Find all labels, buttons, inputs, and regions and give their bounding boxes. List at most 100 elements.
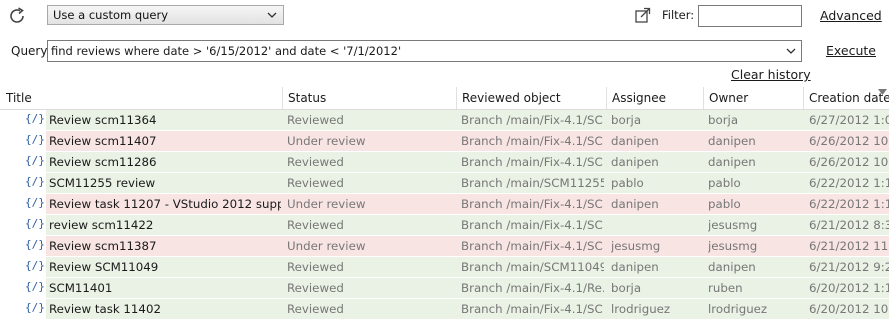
cell-creation-date: 6/21/2012 11:52 (809, 239, 889, 253)
table-row[interactable]: {/} Review scm11387 Under review Branch … (0, 236, 889, 256)
cell-creation-date: 6/22/2012 1:17:3 (809, 176, 889, 190)
cell-title: Review scm11387 (49, 239, 157, 253)
table-row[interactable]: {/} Review task 11207 - VStudio 2012 sup… (0, 194, 889, 214)
cell-reviewed-object: Branch /main/Fix-4.1/SC... (461, 113, 604, 127)
review-icon: {/} (25, 154, 45, 167)
cell-creation-date: 6/27/2012 1:08:5 (809, 113, 889, 127)
cell-title: Review scm11364 (49, 113, 157, 127)
advanced-button[interactable]: Advanced (820, 8, 882, 23)
cell-title: Review task 11207 - VStudio 2012 support (49, 197, 281, 211)
cell-creation-date: 6/26/2012 10:21 (809, 155, 889, 169)
review-icon: {/} (25, 259, 45, 272)
cell-assignee: danipen (611, 134, 659, 148)
cell-title: review scm11422 (49, 218, 154, 232)
cell-owner: pablo (708, 197, 741, 211)
column-divider[interactable] (606, 87, 607, 109)
cell-reviewed-object: Branch /main/Fix-4.1/SC... (461, 197, 604, 211)
cell-status: Reviewed (287, 302, 344, 316)
table-row[interactable]: {/} Review SCM11049 Reviewed Branch /mai… (0, 257, 889, 277)
cell-owner: pablo (708, 176, 741, 190)
refresh-icon[interactable] (6, 5, 28, 27)
table-row[interactable]: {/} SCM11255 review Reviewed Branch /mai… (0, 173, 889, 193)
cell-title: SCM11255 review (49, 176, 156, 190)
query-input[interactable]: find reviews where date > '6/15/2012' an… (47, 40, 802, 62)
cell-title: Review scm11286 (49, 155, 157, 169)
table-row[interactable]: {/} Review task 11402 Reviewed Branch /m… (0, 299, 889, 319)
table-header: Title Status Reviewed object Assignee Ow… (0, 87, 889, 110)
column-divider[interactable] (456, 87, 457, 109)
cell-creation-date: 6/20/2012 10:22 (809, 302, 889, 316)
review-icon: {/} (25, 238, 45, 251)
cell-status: Reviewed (287, 176, 344, 190)
cell-status: Reviewed (287, 155, 344, 169)
filter-label: Filter: (662, 8, 695, 22)
cell-assignee: danipen (611, 260, 659, 274)
cell-assignee: borja (611, 113, 642, 127)
review-icon: {/} (25, 112, 45, 125)
column-divider[interactable] (282, 87, 283, 109)
chevron-down-icon[interactable] (784, 44, 798, 58)
column-header-assignee[interactable]: Assignee (612, 91, 666, 105)
cell-owner: danipen (708, 134, 756, 148)
cell-assignee: danipen (611, 197, 659, 211)
cell-owner: borja (708, 113, 739, 127)
cell-owner: jesusmg (708, 239, 758, 253)
cell-reviewed-object: Branch /main/Fix-4.1/SC... (461, 155, 604, 169)
sort-descending-icon (878, 89, 887, 95)
table-row[interactable]: {/} SCM11401 Reviewed Branch /main/Fix-4… (0, 278, 889, 298)
cell-status: Reviewed (287, 281, 344, 295)
column-header-reviewed-object[interactable]: Reviewed object (462, 91, 561, 105)
review-icon: {/} (25, 280, 45, 293)
cell-assignee: danipen (611, 155, 659, 169)
cell-status: Reviewed (287, 260, 344, 274)
cell-owner: danipen (708, 260, 756, 274)
column-header-owner[interactable]: Owner (709, 91, 748, 105)
review-icon: {/} (25, 217, 45, 230)
cell-title: Review SCM11049 (49, 260, 159, 274)
cell-owner: jesusmg (708, 218, 758, 232)
review-icon: {/} (25, 133, 45, 146)
cell-creation-date: 6/20/2012 1:10:5 (809, 281, 889, 295)
cell-owner: lrodriguez (708, 302, 768, 316)
cell-reviewed-object: Branch /main/Fix-4.1/SC... (461, 302, 604, 316)
column-header-creation-date[interactable]: Creation date (809, 91, 889, 105)
export-icon[interactable] (633, 5, 653, 25)
column-header-status[interactable]: Status (288, 91, 326, 105)
table-row[interactable]: {/} Review scm11407 Under review Branch … (0, 131, 889, 151)
chevron-down-icon (267, 12, 277, 18)
cell-status: Under review (287, 134, 366, 148)
query-text: find reviews where date > '6/15/2012' an… (51, 44, 402, 58)
cell-reviewed-object: Branch /main/Fix-4.1/SC... (461, 134, 604, 148)
cell-title: Review task 11402 (49, 302, 161, 316)
cell-reviewed-object: Branch /main/Fix-4.1/Re... (461, 281, 604, 295)
table-row[interactable]: {/} review scm11422 Reviewed Branch /mai… (0, 215, 889, 235)
cell-status: Reviewed (287, 218, 344, 232)
cell-title: Review scm11407 (49, 134, 157, 148)
cell-assignee: jesusmg (611, 239, 661, 253)
execute-button[interactable]: Execute (826, 43, 876, 58)
cell-creation-date: 6/22/2012 1:16:5 (809, 197, 889, 211)
table-row[interactable]: {/} Review scm11364 Reviewed Branch /mai… (0, 110, 889, 130)
filter-input[interactable] (698, 5, 802, 27)
review-icon: {/} (25, 196, 45, 209)
cell-assignee: borja (611, 281, 642, 295)
cell-assignee: lrodriguez (611, 302, 671, 316)
cell-status: Under review (287, 197, 366, 211)
cell-owner: danipen (708, 155, 756, 169)
query-selector-dropdown[interactable]: Use a custom query (47, 5, 284, 25)
query-label: Query (11, 44, 48, 58)
cell-owner: ruben (708, 281, 743, 295)
cell-assignee: pablo (611, 176, 644, 190)
table-row[interactable]: {/} Review scm11286 Reviewed Branch /mai… (0, 152, 889, 172)
cell-creation-date: 6/26/2012 10:23 (809, 134, 889, 148)
cell-reviewed-object: Branch /main/Fix-4.1/SC... (461, 218, 604, 232)
cell-title: SCM11401 (49, 281, 113, 295)
cell-reviewed-object: Branch /main/Fix-4.1/SC... (461, 239, 604, 253)
cell-reviewed-object: Branch /main/SCM11255 (461, 176, 604, 190)
cell-status: Reviewed (287, 113, 344, 127)
column-divider[interactable] (803, 87, 804, 109)
column-divider[interactable] (703, 87, 704, 109)
review-icon: {/} (25, 175, 45, 188)
clear-history-button[interactable]: Clear history (731, 67, 811, 82)
column-header-title[interactable]: Title (6, 91, 32, 105)
